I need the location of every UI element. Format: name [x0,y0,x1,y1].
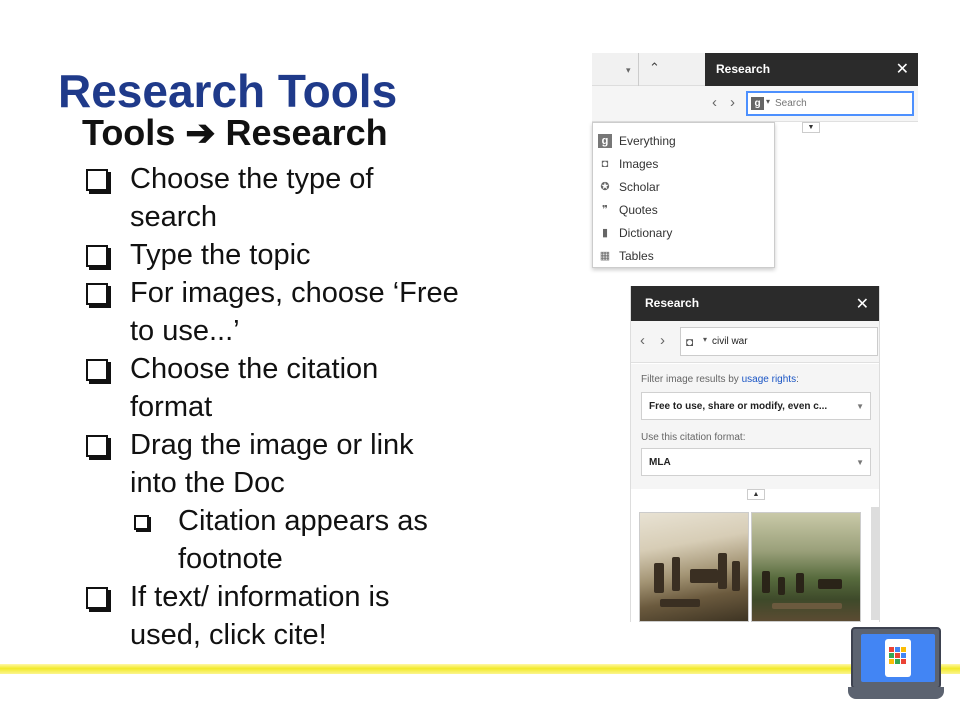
menu-item-scholar[interactable]: ✪ Scholar [598,177,768,197]
bullet-text: Type the topic [130,239,311,271]
divider [638,53,639,86]
bullet-text: For images, choose ‘Free to use...’ [130,277,459,347]
chevron-down-icon: ▼ [856,458,864,467]
menu-item-images[interactable]: ◘ Images [598,154,768,174]
bullet-text: Choose the type of search [130,163,374,233]
checkbox-bullet-icon [86,587,108,609]
collapse-toggle-icon[interactable]: ▲ [747,489,765,500]
citation-format-label: Use this citation format: [641,432,746,443]
menu-item-dictionary[interactable]: ▮ Dictionary [598,223,768,243]
footer-divider [0,664,960,674]
research-panel-search-type: ▾ ⌃ Research ✕ ‹ › g ▾ g Everything ◘ Im… [592,53,918,268]
menu-item-label: Scholar [619,180,660,194]
filter-label: Filter image results by usage rights: [641,374,799,385]
bullet-text: Drag the image or link into the Doc [130,429,414,499]
quote-icon: ❞ [602,204,608,216]
g-icon: g [598,134,612,148]
scholar-icon: ✪ [600,181,610,193]
list-item: Drag the image or link into the Doc [86,426,466,502]
collapse-up-icon[interactable]: ⌃ [649,60,660,76]
slide-subtitle: Tools ➔ Research [82,112,388,153]
checkbox-bullet-icon [86,245,108,267]
menu-item-label: Quotes [619,203,658,217]
usage-rights-link[interactable]: usage rights [742,374,796,385]
close-icon[interactable]: ✕ [856,294,869,314]
menu-item-label: Images [619,157,659,171]
book-icon: ▮ [601,227,609,239]
list-item: For images, choose ‘Free to use...’ [86,274,466,350]
forward-arrow-icon[interactable]: › [660,332,665,349]
menu-item-label: Dictionary [619,226,673,240]
chevron-down-icon: ▼ [856,402,864,411]
menu-item-label: Everything [619,134,676,148]
search-type-menu: g Everything ◘ Images ✪ Scholar ❞ Quotes… [592,122,775,268]
research-nav-bar: ‹ › g ▾ [592,86,918,122]
google-g-icon[interactable]: g [751,97,764,110]
camera-icon: ◘ [601,158,609,170]
apps-grid-icon [885,639,911,677]
camera-icon[interactable]: ◘ [686,335,693,349]
expand-toggle-icon[interactable]: ▼ [802,122,820,133]
search-box[interactable]: g ▾ [746,91,914,116]
list-item: Choose the type of search [86,160,466,236]
citation-format-value: MLA [649,457,671,468]
list-item: Choose the citation format [86,350,466,426]
back-arrow-icon[interactable]: ‹ [712,94,717,111]
bullet-text: Citation appears as footnote [178,505,428,575]
search-type-dropdown-icon[interactable]: ▾ [703,335,707,344]
research-nav-bar: ‹ › ◘ ▾ [631,321,879,363]
table-icon: ▦ [599,250,611,262]
close-icon[interactable]: ✕ [896,59,909,79]
filter-label-prefix: Filter image results by [641,374,742,385]
list-item: If text/ information is used, click cite… [86,578,466,654]
forward-arrow-icon[interactable]: › [730,94,735,111]
toolbar-strip: ▾ ⌃ [592,53,705,86]
civil-war-image-result[interactable] [639,512,749,622]
list-item: Type the topic [86,236,466,274]
research-title: Research [645,296,700,310]
menu-item-label: Tables [619,249,654,263]
checkbox-bullet-icon [86,359,108,381]
instruction-list: Choose the type of search Type the topic… [86,160,466,654]
search-box[interactable]: ◘ ▾ [680,327,878,356]
civil-war-image-result[interactable] [751,512,861,622]
menu-item-tables[interactable]: ▦ Tables [598,246,768,266]
image-search-options: Filter image results by usage rights: Fr… [631,364,879,489]
citation-format-select[interactable]: MLA ▼ [641,448,871,476]
filter-label-suffix: : [796,374,799,385]
checkbox-bullet-icon [86,169,108,191]
slide-title: Research Tools [58,65,398,117]
back-arrow-icon[interactable]: ‹ [640,332,645,349]
bullet-text: Choose the citation format [130,353,379,423]
usage-rights-select[interactable]: Free to use, share or modify, even c... … [641,392,871,420]
search-input[interactable] [775,95,910,112]
research-panel-image-results: Research ✕ ‹ › ◘ ▾ Filter image results … [630,286,880,622]
chromebook-logo [848,627,944,707]
checkbox-bullet-icon [86,435,108,457]
menu-item-everything[interactable]: g Everything [598,131,768,151]
bullet-text: If text/ information is used, click cite… [130,581,390,651]
image-results [631,504,879,622]
search-type-dropdown-icon[interactable]: ▾ [766,97,770,106]
checkbox-bullet-icon [134,515,149,530]
research-header: Research ✕ [705,53,918,86]
usage-rights-value: Free to use, share or modify, even c... [649,401,828,412]
research-title: Research [716,62,771,76]
research-header: Research ✕ [631,286,879,321]
dropdown-arrow-icon[interactable]: ▾ [626,65,631,76]
search-input[interactable] [712,333,872,350]
checkbox-bullet-icon [86,283,108,305]
sub-list-item: Citation appears as footnote [134,502,466,578]
scrollbar[interactable] [871,507,879,620]
menu-item-quotes[interactable]: ❞ Quotes [598,200,768,220]
